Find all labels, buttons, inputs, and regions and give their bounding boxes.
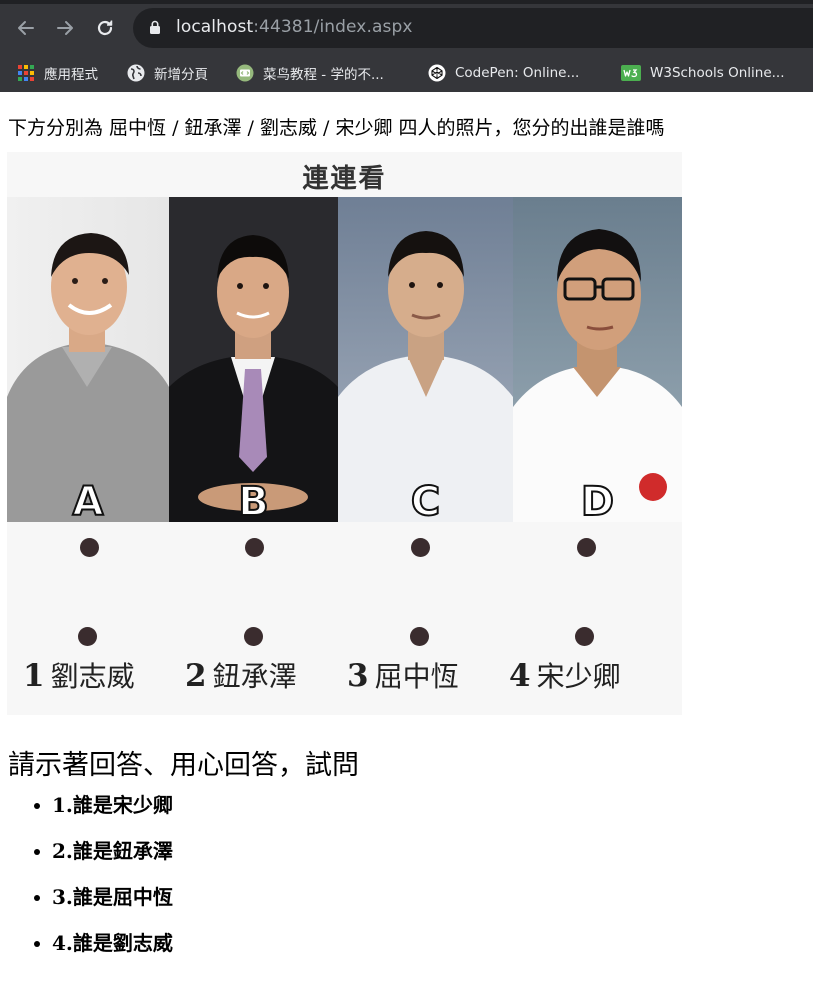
match-dot-3 (410, 627, 429, 646)
person-b-figure (169, 235, 338, 522)
reload-icon (97, 20, 113, 36)
bookmark-label: 新增分頁 (154, 67, 208, 83)
bullet-icon (34, 803, 40, 809)
address-bar[interactable]: localhost:44381/index.aspx (133, 8, 813, 48)
person-d-figure (513, 229, 682, 522)
bookmark-label: CodePen: Online... (455, 65, 580, 81)
question-text: 1.誰是宋少卿 (52, 793, 173, 817)
bullet-icon (34, 941, 40, 947)
intro-text: 下方分別為 屈中恆 / 鈕承澤 / 劉志威 / 宋少卿 四人的照片，您分的出誰是… (8, 117, 665, 139)
url-text: localhost:44381/index.aspx (176, 17, 413, 37)
name-text: 宋少卿 (536, 660, 621, 693)
bookmark-apps[interactable]: 應用程式 (17, 62, 98, 84)
bookmark-codepen[interactable]: CodePen: Online... (428, 62, 579, 84)
arrow-right-icon (57, 21, 73, 35)
bullet-icon (34, 849, 40, 855)
match-dot-a (80, 538, 99, 557)
letter-b: B (237, 479, 269, 522)
name-label-3: 3 屈中恆 (347, 655, 459, 695)
w3schools-icon (621, 65, 641, 81)
portrait-b: B (169, 197, 338, 522)
matching-photo: 連連看 A B C D 1 劉志威 2 鈕承澤 3 屈中恆 4 宋少卿 (7, 152, 682, 715)
bookmark-new-tab[interactable]: 新增分頁 (127, 62, 208, 84)
apps-grid-icon (18, 65, 34, 81)
list-item: 1.誰是宋少卿 (0, 792, 173, 838)
question-list: 1.誰是宋少卿 2.誰是鈕承澤 3.誰是屈中恆 4.誰是劉志威 (0, 792, 173, 976)
tab-strip-edge (0, 0, 813, 4)
name-number: 3 (347, 658, 369, 694)
name-text: 劉志威 (50, 660, 135, 693)
back-button[interactable] (12, 14, 40, 42)
list-item: 3.誰是屈中恆 (0, 884, 173, 930)
runoob-icon (236, 64, 254, 82)
question-text: 4.誰是劉志威 (52, 931, 173, 955)
bookmarks-bar: 應用程式 新增分頁 菜鸟教程 - 学的不... CodePen: Online.… (0, 55, 813, 92)
match-dot-b (245, 538, 264, 557)
name-number: 1 (23, 658, 45, 694)
codepen-icon (428, 64, 446, 82)
bookmark-runoob[interactable]: 菜鸟教程 - 学的不... (236, 62, 384, 84)
match-dot-2 (244, 627, 263, 646)
arrow-left-icon (18, 21, 34, 35)
person-a-figure (7, 233, 169, 522)
name-label-2: 2 鈕承澤 (185, 655, 297, 695)
name-label-1: 1 劉志威 (23, 655, 135, 695)
match-dot-d (577, 538, 596, 557)
url-path: :44381/index.aspx (253, 17, 413, 37)
url-host: localhost (176, 17, 254, 37)
bookmark-w3schools[interactable]: W3Schools Online... (621, 62, 785, 84)
portrait-a: A (7, 197, 169, 522)
lock-icon (150, 20, 160, 34)
name-text: 屈中恆 (374, 660, 459, 693)
list-item: 4.誰是劉志威 (0, 930, 173, 976)
name-number: 2 (185, 658, 207, 694)
name-number: 4 (509, 658, 531, 694)
match-dot-1 (78, 627, 97, 646)
globe-icon (127, 64, 145, 82)
question-text: 3.誰是屈中恆 (52, 885, 173, 909)
match-dot-c (411, 538, 430, 557)
portrait-c: C (338, 197, 513, 522)
bookmark-label: W3Schools Online... (650, 65, 785, 81)
board-title: 連連看 (302, 164, 387, 194)
question-heading: 請示著回答、用心回答，試問 (8, 750, 359, 781)
bullet-icon (34, 895, 40, 901)
bookmark-label: 應用程式 (44, 67, 98, 83)
reload-button[interactable] (91, 14, 119, 42)
list-item: 2.誰是鈕承澤 (0, 838, 173, 884)
name-text: 鈕承澤 (212, 660, 297, 693)
browser-toolbar: localhost:44381/index.aspx (0, 0, 813, 55)
name-label-4: 4 宋少卿 (509, 655, 621, 695)
letter-a: A (72, 479, 105, 522)
forward-button[interactable] (51, 14, 79, 42)
portrait-d: D (513, 197, 682, 522)
person-c-figure (338, 231, 513, 522)
question-text: 2.誰是鈕承澤 (52, 839, 173, 863)
bookmark-label: 菜鸟教程 - 学的不... (263, 67, 384, 83)
match-dot-4 (575, 627, 594, 646)
letter-c: C (410, 479, 441, 522)
letter-d: D (580, 479, 615, 522)
